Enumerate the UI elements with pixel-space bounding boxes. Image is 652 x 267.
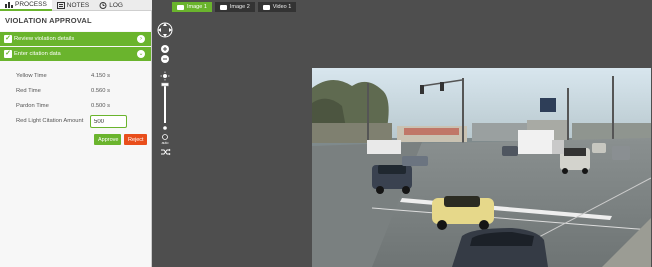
process-icon [5, 1, 13, 8]
chevron-right-icon: › [137, 35, 145, 43]
log-icon [99, 1, 107, 9]
media-tab-label: Image 2 [229, 4, 250, 10]
tab-log[interactable]: LOG [94, 0, 128, 11]
image-tools: auto [157, 22, 173, 156]
checkbox-icon: ✓ [4, 50, 12, 58]
contrast-icon[interactable] [163, 126, 167, 130]
process-panel: VIOLATION APPROVAL ✓ Review violation de… [0, 11, 152, 267]
step-enter-citation[interactable]: ✓ Enter citation data ⌄ [0, 47, 151, 61]
brightness-slider[interactable] [161, 82, 169, 123]
field-value: 4.150 s [91, 73, 111, 79]
panel-title: VIOLATION APPROVAL [0, 11, 151, 31]
action-buttons: Approve Reject [94, 134, 147, 145]
step-label: Review violation details [14, 36, 75, 42]
field-label: Red Time [16, 88, 41, 94]
citation-fields: Yellow Time 4.150 s Red Time 0.560 s Par… [0, 61, 151, 132]
violation-photo [312, 68, 651, 267]
field-value: 0.560 s [91, 88, 111, 94]
tab-video-1[interactable]: Video 1 [257, 2, 297, 12]
camera-icon [219, 4, 227, 10]
field-row: Pardon Time 0.500 s [0, 99, 151, 114]
tab-process[interactable]: PROCESS [0, 0, 52, 11]
shuffle-icon[interactable] [161, 148, 171, 156]
citation-amount-input[interactable] [90, 115, 127, 128]
brightness-icon[interactable] [160, 71, 170, 81]
field-row: Yellow Time 4.150 s [0, 69, 151, 84]
tab-image-1[interactable]: Image 1 [172, 2, 212, 12]
step-review-violation[interactable]: ✓ Review violation details › [0, 32, 151, 46]
field-label: Pardon Time [16, 103, 49, 109]
step-label: Enter citation data [14, 51, 61, 57]
media-tab-label: Video 1 [272, 4, 292, 10]
citation-amount-label: Red Light Citation Amount [16, 118, 84, 124]
citation-amount-row: Red Light Citation Amount [0, 114, 151, 132]
video-icon [262, 4, 270, 10]
tab-image-2[interactable]: Image 2 [214, 2, 255, 12]
media-tab-bar: Image 1 Image 2 Video 1 [172, 2, 297, 12]
tab-notes-label: NOTES [66, 1, 90, 9]
zoom-in-icon[interactable] [161, 45, 169, 53]
tab-log-label: LOG [109, 1, 123, 9]
notes-icon [56, 1, 65, 9]
field-row: Red Time 0.560 s [0, 84, 151, 99]
tab-notes[interactable]: NOTES [52, 0, 94, 11]
camera-icon [177, 4, 184, 10]
chevron-down-icon: ⌄ [137, 50, 145, 58]
approve-button[interactable]: Approve [94, 134, 121, 145]
tab-process-label: PROCESS [15, 0, 47, 8]
media-tab-label: Image 1 [187, 4, 207, 10]
left-tab-bar: PROCESS NOTES LOG [0, 0, 152, 11]
pan-icon[interactable] [157, 22, 173, 38]
media-viewer: Image 1 Image 2 Video 1 auto [152, 0, 652, 267]
dark-sedan-foreground [452, 228, 548, 267]
field-value: 0.500 s [91, 103, 111, 109]
zoom-out-icon[interactable] [161, 55, 169, 63]
contrast-knob[interactable] [162, 134, 168, 140]
reject-button[interactable]: Reject [124, 134, 147, 145]
auto-label[interactable]: auto [162, 141, 169, 145]
field-label: Yellow Time [16, 73, 47, 79]
checkbox-icon: ✓ [4, 35, 12, 43]
